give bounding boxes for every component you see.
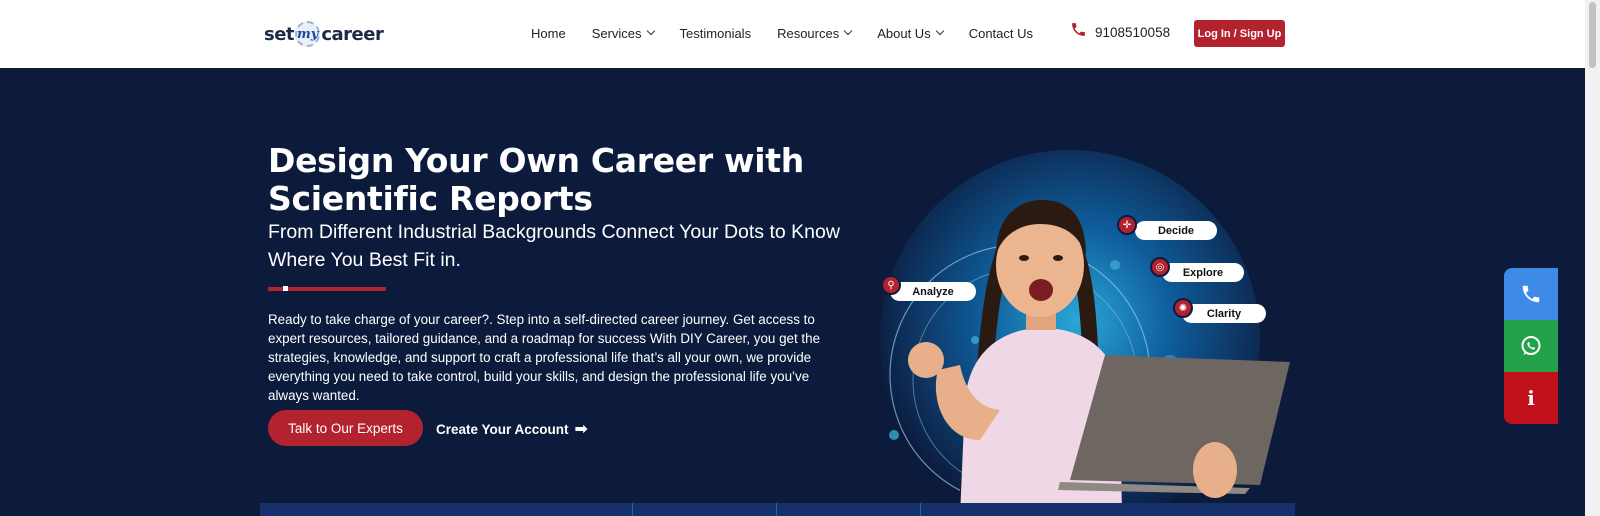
hero-title: Design Your Own Career with Scientific R… (268, 141, 804, 218)
whatsapp-icon (1521, 336, 1541, 355)
logo-text-set: set (264, 23, 295, 45)
nav-home-label: Home (531, 25, 566, 41)
nav-services[interactable]: Services (591, 25, 655, 41)
floating-call-button[interactable] (1504, 268, 1558, 320)
header-phone-number: 9108510058 (1095, 24, 1171, 40)
nav-contact-label: Contact Us (968, 25, 1034, 41)
nav-home[interactable]: Home (531, 26, 566, 41)
strip-divider (632, 503, 633, 516)
page-scrollbar[interactable] (1585, 0, 1600, 516)
nav-testimonials-label: Testimonials (679, 25, 752, 41)
decide-icon: ✛ (1117, 215, 1137, 235)
main-nav: Home Services Testimonials Resources Abo… (531, 22, 1059, 44)
login-signup-button[interactable]: Log In / Sign Up (1194, 20, 1285, 47)
tag-analyze-label: Analyze (912, 285, 954, 298)
chevron-down-icon (843, 26, 853, 36)
clarity-icon: ✺ (1173, 298, 1193, 318)
analyze-icon: ⚲ (881, 275, 901, 295)
tag-analyze: Analyze (890, 282, 976, 301)
floating-whatsapp-button[interactable] (1504, 320, 1558, 372)
floating-info-button[interactable]: i (1504, 372, 1558, 424)
nav-contact[interactable]: Contact Us (969, 26, 1033, 41)
talk-to-experts-button[interactable]: Talk to Our Experts (268, 410, 423, 446)
create-account-link[interactable]: Create Your Account ➡ (436, 418, 588, 440)
tag-decide-label: Decide (1157, 224, 1195, 237)
site-logo[interactable]: set my career (264, 14, 384, 54)
hero-section: Design Your Own Career with Scientific R… (0, 68, 1585, 516)
logo-text-career: career (321, 23, 384, 45)
tag-clarity-label: Clarity (1206, 307, 1242, 320)
title-divider-dot (283, 286, 288, 291)
tag-clarity: Clarity (1182, 304, 1266, 323)
nav-resources[interactable]: Resources (777, 25, 853, 41)
scrollbar-thumb[interactable] (1589, 2, 1596, 68)
hero-description: Ready to take charge of your career?. St… (268, 312, 821, 403)
info-icon: i (1527, 386, 1535, 410)
hero-illustration-art (880, 150, 1290, 516)
nav-resources-label: Resources (777, 25, 840, 41)
nav-about[interactable]: About Us (877, 25, 944, 41)
tag-explore: Explore (1162, 263, 1244, 282)
arrow-right-icon: ➡ (574, 421, 588, 438)
chevron-down-icon (935, 26, 944, 36)
create-account-label: Create Your Account (436, 421, 569, 437)
explore-icon: ◎ (1150, 257, 1170, 277)
nav-about-label: About Us (877, 25, 931, 41)
hero-bottom-strip (260, 503, 1295, 516)
hero-subtitle: From Different Industrial Backgrounds Co… (268, 221, 840, 271)
tag-decide: Decide (1135, 221, 1217, 240)
nav-services-label: Services (591, 25, 642, 41)
logo-text-my: my (297, 26, 319, 42)
phone-icon (1070, 21, 1087, 43)
phone-icon (1522, 285, 1540, 303)
header-phone-link[interactable]: 9108510058 (1070, 20, 1170, 44)
strip-divider (776, 503, 777, 516)
tag-explore-label: Explore (1182, 266, 1224, 279)
site-header: set my career Home Services Testimonials… (0, 0, 1585, 68)
hero-illustration: Decide ✛ Explore ◎ Clarity ✺ Analyze ⚲ (860, 140, 1300, 516)
nav-testimonials[interactable]: Testimonials (680, 26, 752, 41)
chevron-down-icon (646, 26, 655, 36)
strip-divider (920, 503, 921, 516)
logo-badge: my (295, 21, 321, 47)
